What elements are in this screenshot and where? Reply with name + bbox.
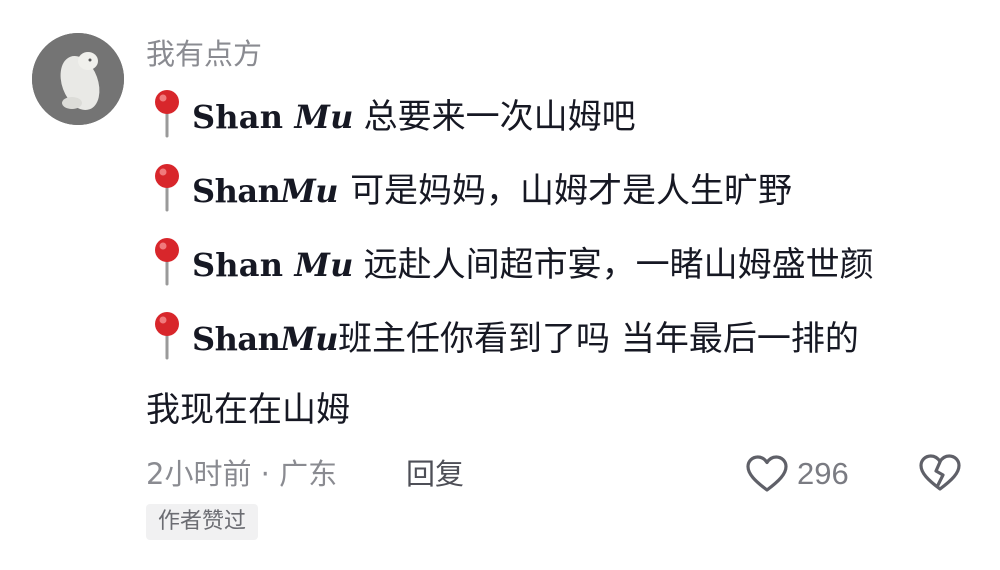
comment-meta: 2小时前 · 广东 <box>146 457 338 491</box>
comment-line: ShanMu班主任你看到了吗 当年最后一排的 <box>150 310 859 366</box>
comment-item: 我有点方 Shan Mu 总要来一次山姆吧 ShanMu 可是妈妈，山姆才是人生旷野 <box>0 0 1000 570</box>
comment-line: Shan Mu 总要来一次山姆吧 <box>150 88 636 144</box>
broken-heart-icon <box>919 454 961 491</box>
like-count: 296 <box>797 456 849 491</box>
comment-text: 总要来一次山姆吧 <box>363 97 636 137</box>
brand-name: Shan Mu <box>192 98 354 136</box>
comment-text: 可是妈妈，山姆才是人生旷野 <box>350 171 793 211</box>
round-pushpin-icon <box>150 310 184 360</box>
comment-line: ShanMu 可是妈妈，山姆才是人生旷野 <box>150 162 792 218</box>
round-pushpin-icon <box>150 236 184 286</box>
username[interactable]: 我有点方 <box>146 34 262 74</box>
brand-name: ShanMu <box>192 320 339 358</box>
comment-text: 远赴人间超市宴，一睹山姆盛世颜 <box>363 245 874 285</box>
brand-name: Shan Mu <box>192 246 354 284</box>
round-pushpin-icon <box>150 162 184 212</box>
brand-name: ShanMu <box>192 172 339 210</box>
comment-line: Shan Mu 远赴人间超市宴，一睹山姆盛世颜 <box>150 236 874 292</box>
dislike-button[interactable] <box>918 452 962 494</box>
round-pushpin-icon <box>150 88 184 138</box>
comment-text: 班主任你看到了吗 当年最后一排的 <box>338 319 859 359</box>
reply-button[interactable]: 回复 <box>406 452 464 496</box>
like-button[interactable]: 296 <box>745 450 849 498</box>
comment-continuation: 我现在在山姆 <box>146 390 350 430</box>
avatar[interactable] <box>32 33 124 125</box>
cat-avatar-image <box>32 33 124 125</box>
heart-outline-icon <box>746 455 788 492</box>
author-liked-badge: 作者赞过 <box>146 504 259 540</box>
